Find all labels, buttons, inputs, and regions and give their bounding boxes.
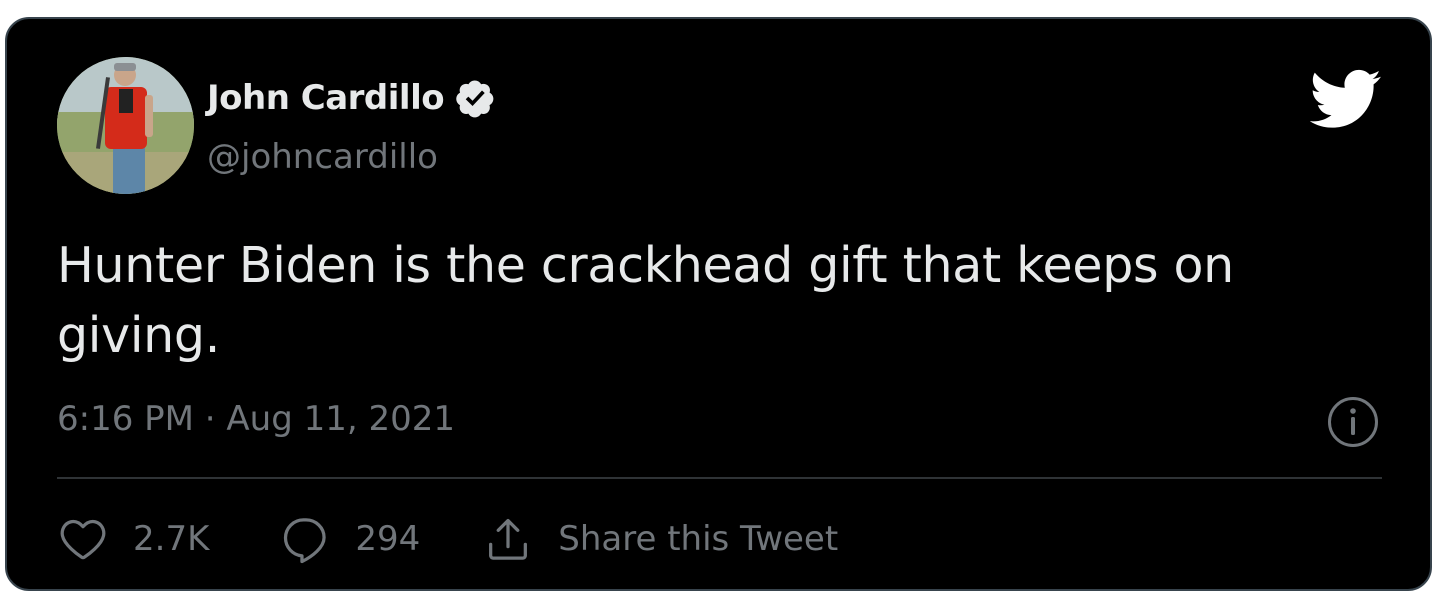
tweet-text: Hunter Biden is the crackhead gift that … bbox=[57, 237, 1234, 364]
avatar-photo bbox=[57, 57, 194, 194]
author-name[interactable]: John Cardillo bbox=[207, 78, 445, 118]
reply-button[interactable]: 294 bbox=[279, 513, 420, 565]
tweet-card: John Cardillo @johncardillo Hunter Biden… bbox=[5, 17, 1432, 591]
share-label: Share this Tweet bbox=[558, 519, 839, 559]
divider bbox=[57, 477, 1382, 479]
author-row: John Cardillo bbox=[207, 77, 496, 119]
avatar[interactable] bbox=[57, 57, 194, 194]
like-count: 2.7K bbox=[133, 519, 210, 559]
tweet-timestamp[interactable]: 6:16 PM · Aug 11, 2021 bbox=[57, 399, 455, 439]
twitter-bird-icon[interactable] bbox=[1309, 63, 1382, 135]
action-bar: 2.7K 294 Share this Tweet bbox=[57, 509, 838, 569]
heart-icon bbox=[60, 519, 106, 560]
reply-count: 294 bbox=[355, 519, 421, 559]
share-icon bbox=[489, 518, 528, 560]
comment-icon bbox=[284, 518, 327, 564]
verified-badge-icon bbox=[454, 77, 496, 119]
info-icon[interactable] bbox=[1326, 395, 1380, 449]
author-handle[interactable]: @johncardillo bbox=[207, 137, 438, 177]
like-button[interactable]: 2.7K bbox=[57, 513, 209, 565]
share-button[interactable]: Share this Tweet bbox=[482, 513, 838, 565]
